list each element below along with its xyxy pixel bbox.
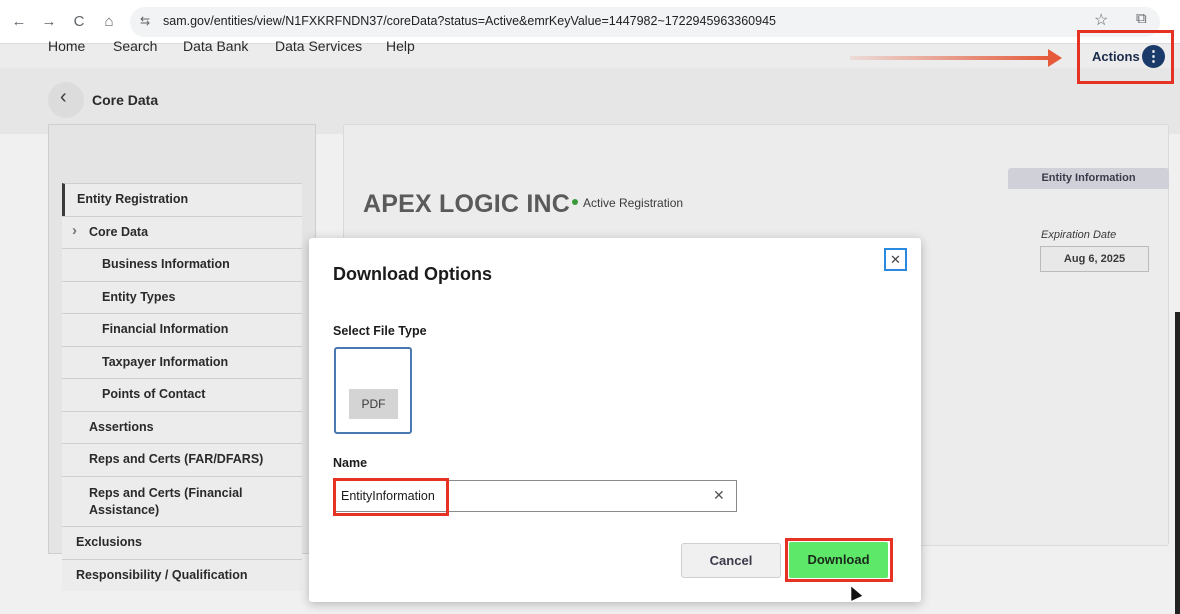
file-type-label: Select File Type bbox=[333, 324, 427, 338]
name-label: Name bbox=[333, 456, 368, 470]
registration-status: Active Registration bbox=[583, 196, 684, 210]
sidebar-item-label: Reps and Certs (FAR/DFARS) bbox=[89, 452, 264, 466]
sidebar-item-label: Points of Contact bbox=[102, 387, 206, 401]
browser-toolbar: ← → C ⌂ ⇆ sam.gov/entities/view/N1FXKRFN… bbox=[0, 0, 1180, 44]
annotation-arrow bbox=[850, 56, 1050, 60]
sidebar-item-entity-registration[interactable]: Entity Registration bbox=[62, 183, 302, 216]
reload-icon[interactable]: C bbox=[68, 10, 90, 34]
sidebar-item-label: Core Data bbox=[89, 225, 149, 239]
extensions-icon[interactable]: ⧉ bbox=[1136, 10, 1147, 27]
nav-help[interactable]: Help bbox=[386, 38, 415, 54]
back-arrow-icon[interactable]: ← bbox=[8, 10, 30, 34]
expiration-date-value: Aug 6, 2025 bbox=[1040, 246, 1149, 272]
forward-arrow-icon[interactable]: → bbox=[38, 10, 60, 34]
chevron-left-icon: ‹ bbox=[60, 86, 67, 108]
sidebar-item-financial-information[interactable]: Financial Information bbox=[62, 313, 302, 346]
pdf-file-icon: PDF bbox=[349, 389, 398, 419]
actions-highlight bbox=[1077, 30, 1174, 84]
close-icon[interactable]: ✕ bbox=[884, 248, 907, 271]
entity-name: APEX LOGIC INC bbox=[363, 190, 570, 218]
expiration-date-label: Expiration Date bbox=[1041, 229, 1117, 241]
sidebar-item-label: Business Information bbox=[102, 257, 230, 271]
nav-home[interactable]: Home bbox=[48, 38, 85, 54]
home-icon[interactable]: ⌂ bbox=[98, 10, 120, 34]
sidebar-item-label: Responsibility / Qualification bbox=[76, 568, 248, 582]
sidebar-item-assertions[interactable]: Assertions bbox=[62, 411, 302, 443]
cancel-button[interactable]: Cancel bbox=[681, 543, 781, 578]
tab-entity-information[interactable]: Entity Information bbox=[1008, 168, 1169, 189]
annotation-arrowhead bbox=[1048, 49, 1062, 67]
sidebar-item-label: Taxpayer Information bbox=[102, 355, 229, 369]
sidebar-item-label: Entity Registration bbox=[77, 192, 189, 206]
sidebar-item-core-data[interactable]: › Core Data bbox=[62, 216, 302, 248]
sidebar-item-label: Reps and Certs (Financial Assistance) bbox=[89, 486, 243, 517]
sidebar-item-label: Entity Types bbox=[102, 290, 176, 304]
chevron-right-icon: › bbox=[72, 222, 77, 239]
sidebar-item-reps-certs-far[interactable]: Reps and Certs (FAR/DFARS) bbox=[62, 443, 302, 476]
status-dot-icon bbox=[572, 199, 578, 205]
site-settings-icon[interactable]: ⇆ bbox=[140, 14, 150, 28]
sidebar-item-entity-types[interactable]: Entity Types bbox=[62, 281, 302, 313]
sidebar-item-reps-certs-financial[interactable]: Reps and Certs (Financial Assistance) bbox=[62, 476, 302, 526]
download-highlight bbox=[785, 538, 893, 582]
bookmark-star-icon[interactable]: ☆ bbox=[1094, 10, 1108, 30]
name-highlight bbox=[333, 478, 449, 516]
sidebar-item-label: Assertions bbox=[89, 420, 154, 434]
modal-title: Download Options bbox=[333, 264, 492, 284]
sidebar-item-taxpayer-information[interactable]: Taxpayer Information bbox=[62, 346, 302, 378]
window-edge bbox=[1175, 312, 1180, 614]
nav-search[interactable]: Search bbox=[113, 38, 157, 54]
sidebar-item-points-of-contact[interactable]: Points of Contact bbox=[62, 378, 302, 411]
sidebar-item-business-information[interactable]: Business Information bbox=[62, 248, 302, 281]
sidebar-item-responsibility[interactable]: Responsibility / Qualification bbox=[62, 559, 302, 591]
url-text[interactable]: sam.gov/entities/view/N1FXKRFNDN37/coreD… bbox=[163, 14, 776, 28]
clear-input-icon[interactable]: ✕ bbox=[713, 487, 725, 504]
nav-data-services[interactable]: Data Services bbox=[275, 38, 362, 54]
nav-data-bank[interactable]: Data Bank bbox=[183, 38, 248, 54]
sidebar-item-label: Financial Information bbox=[102, 322, 229, 336]
page-title: Core Data bbox=[92, 92, 159, 108]
sidebar-item-label: Exclusions bbox=[76, 535, 142, 549]
sidebar-item-exclusions[interactable]: Exclusions bbox=[62, 526, 302, 559]
